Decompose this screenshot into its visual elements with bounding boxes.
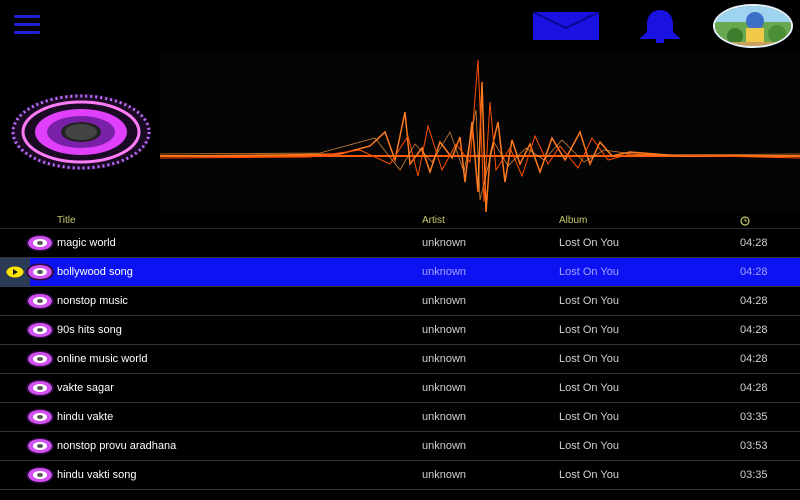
music-visualizer xyxy=(0,52,800,212)
song-title: hindu vakte xyxy=(57,411,114,423)
disc-icon xyxy=(11,94,151,170)
song-list: magic world unknown Lost On You 04:28 bollyw… xyxy=(0,229,800,500)
song-duration: 04:28 xyxy=(740,353,768,365)
disc-icon xyxy=(26,234,54,252)
bell-icon[interactable] xyxy=(634,8,686,44)
song-artist: unknown xyxy=(422,469,467,481)
disc-icon xyxy=(26,321,54,339)
song-row[interactable]: vakte sagar unknown Lost On You 04:28 xyxy=(0,374,800,403)
song-title: 90s hits song xyxy=(57,324,122,336)
song-album: Lost On You xyxy=(559,324,619,336)
top-bar xyxy=(0,0,800,52)
disc-icon xyxy=(26,408,54,426)
song-artist: unknown xyxy=(422,266,467,278)
song-album: Lost On You xyxy=(559,382,619,394)
song-duration: 03:35 xyxy=(740,411,768,423)
song-duration: 03:35 xyxy=(740,469,768,481)
audio-waveform xyxy=(160,52,800,212)
song-album: Lost On You xyxy=(559,440,619,452)
artist-column-header: Artist xyxy=(422,215,445,226)
song-artist: unknown xyxy=(422,440,467,452)
song-list-header: Title Artist Album xyxy=(0,212,800,229)
song-title: nonstop music xyxy=(57,295,128,307)
album-column-header: Album xyxy=(559,215,588,226)
song-artist: unknown xyxy=(422,324,467,336)
song-duration: 03:53 xyxy=(740,440,768,452)
song-row[interactable]: bollywood song unknown Lost On You 04:28 xyxy=(0,258,800,287)
song-artist: unknown xyxy=(422,353,467,365)
song-row[interactable]: nonstop provu aradhana unknown Lost On You… xyxy=(0,432,800,461)
user-avatar[interactable] xyxy=(713,4,793,48)
title-column-header: Title xyxy=(57,215,76,226)
song-album: Lost On You xyxy=(559,353,619,365)
disc-icon xyxy=(26,379,54,397)
song-album: Lost On You xyxy=(559,411,619,423)
disc-icon xyxy=(26,263,54,281)
song-album: Lost On You xyxy=(559,295,619,307)
song-artist: unknown xyxy=(422,382,467,394)
song-album: Lost On You xyxy=(559,266,619,278)
song-album: Lost On You xyxy=(559,469,619,481)
song-duration: 04:28 xyxy=(740,266,768,278)
song-row[interactable]: hindu vakte unknown Lost On You 03:35 xyxy=(0,403,800,432)
clock-icon xyxy=(740,216,750,226)
mail-icon[interactable] xyxy=(533,12,599,40)
song-duration: 04:28 xyxy=(740,382,768,394)
song-title: online music world xyxy=(57,353,148,365)
disc-icon xyxy=(26,466,54,484)
song-title: bollywood song xyxy=(57,266,133,278)
song-duration: 04:28 xyxy=(740,324,768,336)
song-duration: 04:28 xyxy=(740,295,768,307)
song-title: magic world xyxy=(57,237,116,249)
song-title: vakte sagar xyxy=(57,382,114,394)
song-row[interactable]: magic world unknown Lost On You 04:28 xyxy=(0,229,800,258)
hamburger-menu-icon[interactable] xyxy=(14,15,40,35)
disc-icon xyxy=(26,350,54,368)
disc-icon xyxy=(26,437,54,455)
song-album: Lost On You xyxy=(559,237,619,249)
song-artist: unknown xyxy=(422,237,467,249)
song-row[interactable]: nonstop music unknown Lost On You 04:28 xyxy=(0,287,800,316)
song-title: hindu vakti song xyxy=(57,469,137,481)
disc-icon xyxy=(26,292,54,310)
song-row[interactable]: hindu vakti song unknown Lost On You 03:35 xyxy=(0,461,800,490)
song-title: nonstop provu aradhana xyxy=(57,440,177,452)
song-row[interactable]: 90s hits song unknown Lost On You 04:28 xyxy=(0,316,800,345)
song-artist: unknown xyxy=(422,295,467,307)
song-duration: 04:28 xyxy=(740,237,768,249)
song-artist: unknown xyxy=(422,411,467,423)
song-row[interactable]: online music world unknown Lost On You 04:2… xyxy=(0,345,800,374)
